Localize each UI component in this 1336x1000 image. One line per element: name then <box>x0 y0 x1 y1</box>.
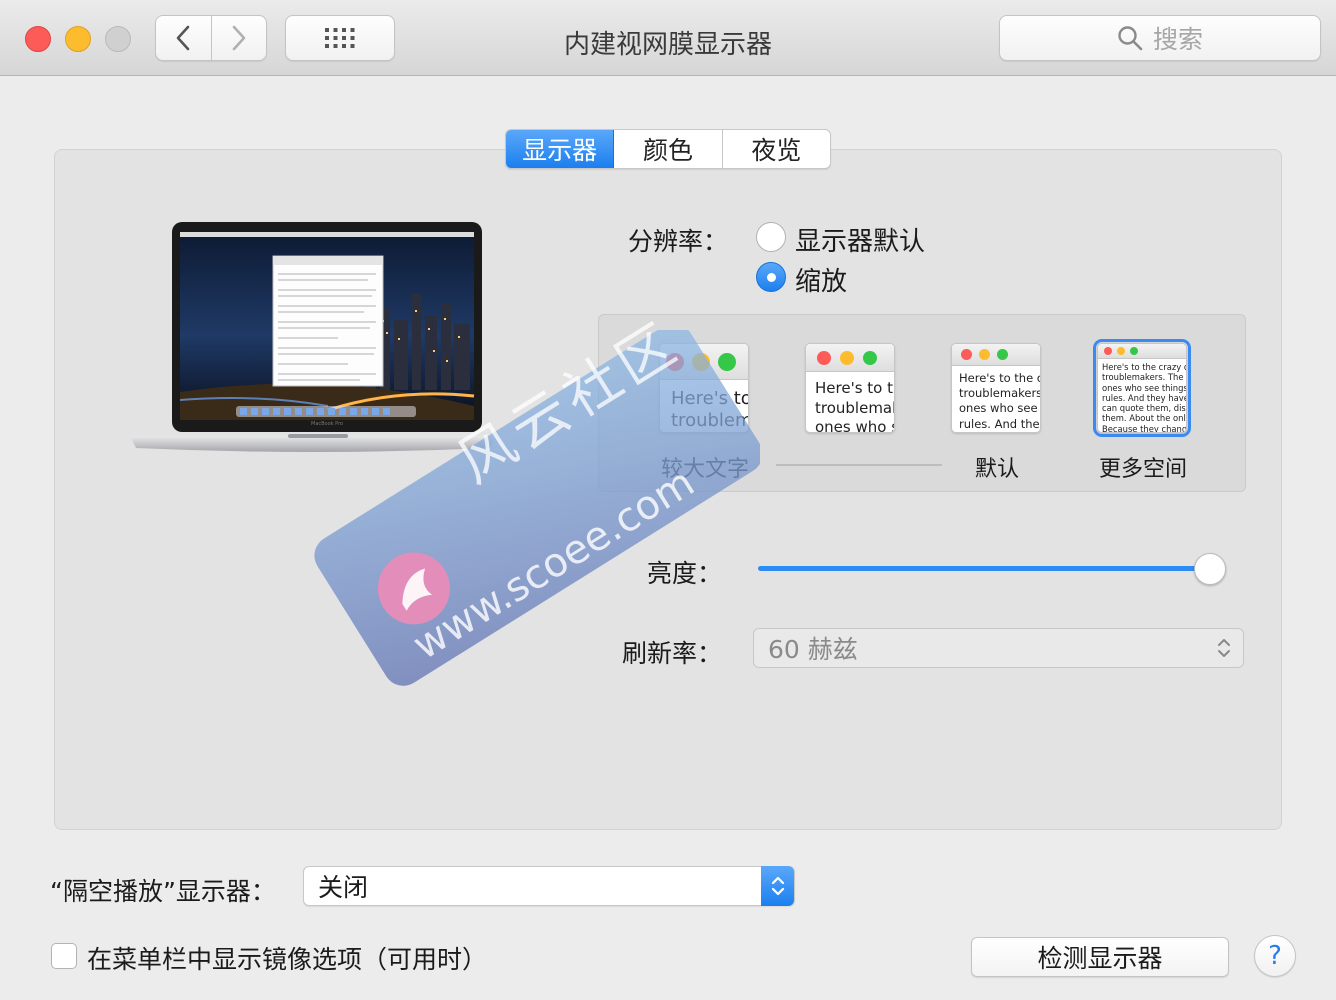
thumb-preview-text: Here's to the crazy one troublemakers. T… <box>1102 362 1186 433</box>
thumb-preview-text: Here's to troublem <box>671 388 748 431</box>
search-placeholder: 搜索 <box>1152 25 1203 54</box>
mirror-options-label: 在菜单栏中显示镜像选项（可用时） <box>87 945 488 974</box>
tab-bar: 显示器 颜色 夜览 <box>505 129 831 169</box>
title-bar: 内建视网膜显示器 搜索 <box>0 0 1336 76</box>
up-down-chevron-icon <box>1209 633 1239 663</box>
scale-separator <box>776 464 942 466</box>
scale-label-default: 默认 <box>974 457 1019 482</box>
search-field[interactable]: 搜索 <box>999 15 1321 61</box>
laptop-illustration: MacBook Pro <box>128 220 498 460</box>
thumb-preview-text: Here's to the cr troublemakers. ones who… <box>959 371 1040 431</box>
tab-color[interactable]: 颜色 <box>614 130 723 168</box>
thumb-titlebar <box>806 344 894 372</box>
radio-scaled-label: 缩放 <box>795 267 848 297</box>
airplay-display-popup[interactable]: 关闭 <box>303 866 795 906</box>
thumb-titlebar <box>1098 344 1186 359</box>
help-button[interactable]: ? <box>1254 935 1296 977</box>
thumb-preview-text: Here's to th troublemak ones who s <box>815 379 894 433</box>
radio-scaled-resolution[interactable] <box>756 262 786 292</box>
thumb-titlebar <box>952 344 1040 366</box>
tab-night-shift[interactable]: 夜览 <box>723 130 830 168</box>
mirror-options-checkbox[interactable] <box>51 943 77 969</box>
refresh-rate-label: 刷新率： <box>621 639 722 668</box>
radio-default-resolution[interactable] <box>756 222 786 252</box>
scale-option-more-space[interactable]: Here's to the crazy one troublemakers. T… <box>1093 339 1191 437</box>
scale-label-more-space: 更多空间 <box>1098 457 1187 482</box>
scale-option-2[interactable]: Here's to th troublemak ones who s <box>805 343 895 433</box>
tab-display[interactable]: 显示器 <box>506 130 615 168</box>
search-icon <box>1118 26 1143 51</box>
scale-label-larger-text: 较大文字 <box>660 457 749 482</box>
airplay-display-label: “隔空播放”显示器： <box>50 877 276 906</box>
thumb-titlebar <box>660 344 748 380</box>
up-down-chevron-icon <box>761 866 794 906</box>
refresh-rate-value: 60 赫兹 <box>768 635 858 664</box>
refresh-rate-popup[interactable]: 60 赫兹 <box>753 628 1244 668</box>
airplay-display-value: 关闭 <box>318 873 369 902</box>
scale-option-default[interactable]: Here's to the cr troublemakers. ones who… <box>951 343 1041 433</box>
laptop-caption: MacBook Pro <box>311 421 344 427</box>
radio-default-label: 显示器默认 <box>795 227 926 257</box>
resolution-label: 分辨率： <box>627 227 728 256</box>
brightness-slider-knob[interactable] <box>1194 553 1227 585</box>
brightness-label: 亮度： <box>646 559 722 588</box>
scale-option-larger-text[interactable]: Here's to troublem <box>659 343 749 433</box>
detect-displays-button[interactable]: 检测显示器 <box>971 937 1229 977</box>
brightness-slider[interactable] <box>758 566 1224 571</box>
